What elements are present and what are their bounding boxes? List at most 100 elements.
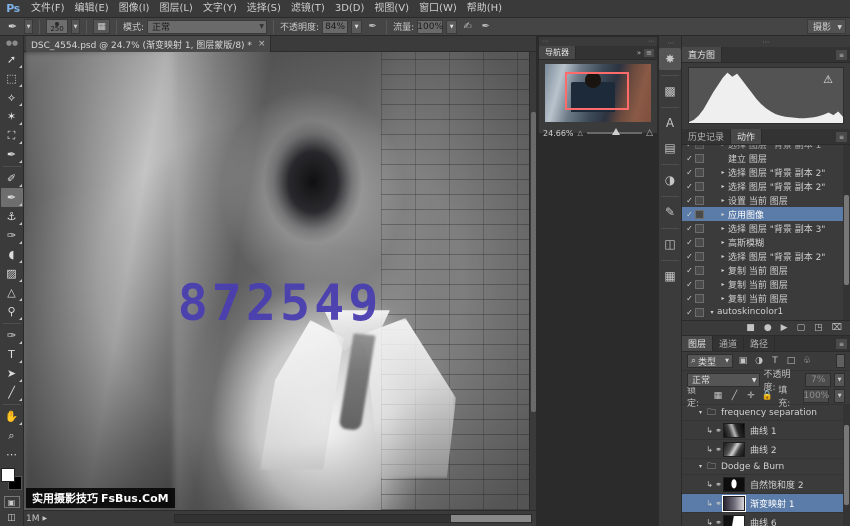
info-dock-icon[interactable]: ▩ — [659, 80, 681, 102]
quick-mask-icon[interactable]: ▣ — [4, 496, 20, 508]
menu-item-type[interactable]: 文字(Y) — [198, 0, 242, 17]
action-dialog-toggle[interactable] — [695, 182, 704, 191]
expand-triangle-icon[interactable]: ▸ — [718, 197, 728, 204]
color-chips[interactable] — [1, 468, 23, 492]
layer-thumbnail[interactable] — [723, 477, 745, 492]
navigator-titlebar[interactable]: ⋯ ⋯ — [539, 37, 657, 46]
dodge-tool[interactable]: ⚲ — [1, 302, 23, 321]
canvas-vertical-scrollbar[interactable] — [529, 52, 536, 510]
history-brush-tool[interactable]: ✑ — [1, 226, 23, 245]
expand-triangle-icon[interactable]: ▸ — [718, 281, 728, 288]
eye-icon[interactable]: ◉ — [683, 479, 696, 489]
histogram-warning-icon[interactable]: ⚠ — [823, 73, 833, 86]
menu-item-filter[interactable]: 滤镜(T) — [286, 0, 330, 17]
action-dialog-toggle[interactable] — [695, 238, 704, 247]
collapse-icon[interactable]: » — [637, 49, 641, 57]
link-icon[interactable]: ⚭ — [714, 445, 723, 454]
type-tool[interactable]: T — [1, 345, 23, 364]
eye-icon[interactable]: ◉ — [683, 498, 696, 508]
layer-row[interactable]: ◉▾🗀Dodge & Burn — [682, 459, 850, 475]
action-row[interactable]: ✓▸选择 图层 "背景 副本 2" — [682, 165, 850, 179]
pen-tool[interactable]: ✑ — [1, 326, 23, 345]
menu-item-select[interactable]: 选择(S) — [242, 0, 286, 17]
toolbox-grip[interactable]: ●● — [0, 38, 24, 48]
stop-recording-button[interactable]: ■ — [746, 323, 755, 333]
panel-menu-icon[interactable]: ≡ — [836, 339, 847, 349]
new-set-button[interactable]: ▢ — [797, 323, 806, 333]
filter-power-toggle[interactable] — [836, 354, 845, 368]
opacity-input[interactable]: 84% — [322, 20, 348, 34]
dock-grip[interactable]: ⋯ — [659, 38, 683, 47]
action-toggle-icon[interactable]: ✓ — [684, 210, 695, 219]
action-row[interactable]: ✓建立 图层 — [682, 151, 850, 165]
eye-icon[interactable]: ◉ — [683, 408, 696, 418]
zoom-tool[interactable]: ⌕ — [1, 426, 23, 445]
action-toggle-icon[interactable]: ✓ — [684, 224, 695, 233]
action-toggle-icon[interactable]: ✓ — [684, 238, 695, 247]
action-dialog-toggle[interactable] — [695, 308, 704, 317]
expand-triangle-icon[interactable]: ▸ — [718, 145, 728, 148]
filter-type-icon[interactable]: T — [769, 356, 781, 366]
action-row[interactable]: ✓▸设置 当前 图层 — [682, 193, 850, 207]
action-row[interactable]: ✓▸auto1 — [682, 319, 850, 321]
action-dialog-toggle[interactable] — [695, 154, 704, 163]
tablet-pressure-icon[interactable]: ✒ — [478, 19, 493, 34]
brush-icon[interactable]: ✒ — [4, 19, 21, 34]
close-icon[interactable]: × — [258, 39, 266, 49]
tab-histogram[interactable]: 直方图 — [682, 47, 722, 62]
action-row[interactable]: ✓▸复制 当前 图层 — [682, 291, 850, 305]
expand-triangle-icon[interactable]: ▸ — [718, 169, 728, 176]
zoom-out-icon[interactable]: △ — [578, 129, 583, 137]
layer-row[interactable]: ◉↳⚭曲线 1 — [682, 421, 850, 440]
layer-row[interactable]: ◉↳⚭曲线 6 — [682, 513, 850, 526]
properties-dock-icon[interactable]: ▦ — [659, 265, 681, 287]
expand-triangle-icon[interactable]: ▸ — [718, 253, 728, 260]
action-row[interactable]: ✓▸高斯模糊 — [682, 235, 850, 249]
action-dialog-toggle[interactable] — [695, 196, 704, 205]
crop-tool[interactable]: ⛶ — [1, 126, 23, 145]
character-dock-icon[interactable]: A — [659, 112, 681, 134]
shape-tool[interactable]: ╱ — [1, 383, 23, 402]
layers-scrollbar[interactable] — [843, 405, 850, 526]
filter-adjustment-icon[interactable]: ◑ — [753, 356, 765, 366]
action-row[interactable]: ✓▸应用图像 — [682, 207, 850, 221]
layers-scroll-thumb[interactable] — [844, 425, 849, 505]
layer-row[interactable]: ◉▾🗀frequency separation — [682, 405, 850, 421]
tab-layers[interactable]: 图层 — [682, 336, 713, 351]
foreground-color-swatch[interactable] — [1, 468, 15, 482]
lock-position-icon[interactable]: ✛ — [745, 391, 757, 401]
canvas-area[interactable]: 872549 POCO 摄影专题 http://photo.poco.cn/ 实… — [24, 52, 536, 510]
action-toggle-icon[interactable]: ✓ — [684, 266, 695, 275]
layer-blend-mode-select[interactable]: 正常 ▼ — [687, 373, 760, 387]
delete-action-button[interactable]: ⌧ — [832, 323, 842, 333]
layer-opacity-value[interactable]: 7% — [805, 373, 831, 387]
action-row[interactable]: ✓▸选择 图层 "背景 副本 2" — [682, 179, 850, 193]
action-toggle-icon[interactable]: ✓ — [684, 196, 695, 205]
opacity-slider-toggle[interactable]: ▼ — [351, 20, 362, 34]
tool-preset-dropdown[interactable]: ▼ — [24, 19, 33, 34]
layer-thumbnail[interactable] — [723, 442, 745, 457]
healing-brush-tool[interactable]: ✐ — [1, 169, 23, 188]
action-toggle-icon[interactable]: ✓ — [684, 182, 695, 191]
canvas-vertical-scroll-thumb[interactable] — [531, 112, 536, 412]
layers-list[interactable]: ◉▾🗀frequency separation◉↳⚭曲线 1◉↳⚭曲线 2◉▾🗀… — [682, 405, 850, 526]
expand-triangle-icon[interactable]: ▸ — [718, 295, 728, 302]
status-menu-arrow-icon[interactable]: ▶ — [43, 515, 48, 522]
action-row[interactable]: ✓▸选择 图层 "背景 副本 3" — [682, 221, 850, 235]
flow-input[interactable]: 100% — [417, 20, 443, 34]
blur-tool[interactable]: △ — [1, 283, 23, 302]
layer-fill-slider-toggle[interactable]: ▼ — [834, 389, 845, 403]
clone-stamp-tool[interactable]: ⚓ — [1, 207, 23, 226]
actions-scrollbar[interactable] — [843, 145, 850, 320]
canvas-horizontal-scroll-thumb[interactable] — [451, 515, 531, 522]
action-row[interactable]: ✓▸选择 图层 "背景 副本 2" — [682, 249, 850, 263]
action-toggle-icon[interactable]: ✓ — [684, 145, 695, 149]
navigator-zoom-handle[interactable] — [612, 128, 620, 135]
tab-paths[interactable]: 路径 — [744, 336, 775, 351]
action-row[interactable]: ✓▾autoskincolor1 — [682, 305, 850, 319]
menu-item-edit[interactable]: 编辑(E) — [70, 0, 114, 17]
expand-triangle-icon[interactable]: ▾ — [696, 409, 705, 416]
action-toggle-icon[interactable]: ✓ — [684, 308, 695, 317]
gradient-tool[interactable]: ▨ — [1, 264, 23, 283]
color-wheel-dock-icon[interactable]: ◑ — [659, 169, 681, 191]
